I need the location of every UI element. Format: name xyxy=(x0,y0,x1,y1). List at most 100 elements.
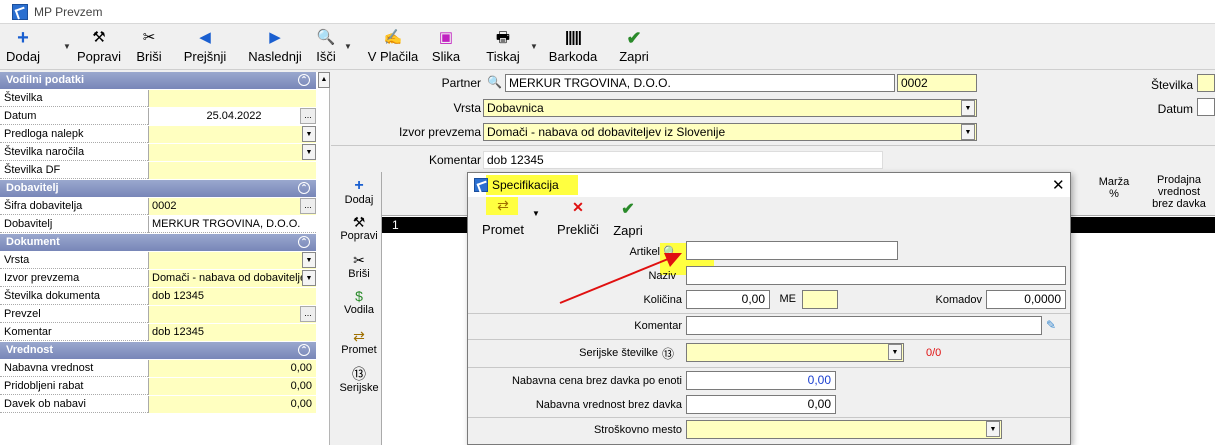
column-marza[interactable]: Marža% xyxy=(1088,176,1140,200)
next-button[interactable]: ▶ Naslednji xyxy=(238,24,312,70)
izvor-field[interactable]: Domači - nabava od dobavitelje xyxy=(148,270,316,287)
scrollbar-up-arrow[interactable]: ▲ xyxy=(318,72,330,88)
edit-note-icon[interactable]: ✎ xyxy=(1046,318,1056,332)
st-df-field[interactable] xyxy=(148,162,316,179)
stevilka-field[interactable] xyxy=(1197,74,1215,92)
search-icon[interactable]: 🔍 xyxy=(487,75,502,89)
datum-field[interactable]: 25.04.2022 xyxy=(148,108,316,125)
barcode-button[interactable]: ||||| Barkoda xyxy=(542,24,604,70)
st-dokumenta-field[interactable]: dob 12345 xyxy=(148,288,316,305)
komentar-field[interactable]: dob 12345 xyxy=(148,324,316,341)
prevzel-field[interactable] xyxy=(148,306,316,323)
chevron-down-icon[interactable]: ▼ xyxy=(63,42,71,51)
add-button[interactable]: + Dodaj xyxy=(6,24,40,70)
divider xyxy=(468,313,1070,314)
collapse-icon[interactable]: ⌃ xyxy=(298,182,310,194)
chevron-down-icon[interactable]: ▼ xyxy=(302,252,316,268)
vrsta-field[interactable] xyxy=(148,252,316,269)
section-vrednost[interactable]: Vrednost ⌃ xyxy=(0,342,316,359)
chevron-down-icon[interactable]: ▼ xyxy=(986,421,1000,437)
kolicina-field[interactable]: 0,00 xyxy=(686,290,770,309)
row-datum: Datum 25.04.2022... xyxy=(0,108,316,125)
predloga-field[interactable] xyxy=(148,126,316,143)
print-button[interactable]: 🖶 Tiskaj xyxy=(478,24,528,70)
chevron-down-icon[interactable]: ▼ xyxy=(344,42,352,51)
komadov-field[interactable]: 0,0000 xyxy=(986,290,1066,309)
promet-button[interactable]: ⇄ Promet xyxy=(337,328,381,356)
me-field[interactable] xyxy=(802,290,838,309)
lookup-button[interactable]: ... xyxy=(300,306,316,322)
section-dobavitelj[interactable]: Dobavitelj ⌃ xyxy=(0,180,316,197)
serial-numbers-icon: ⑬ xyxy=(352,366,366,382)
row-izvor: Izvor prevzema Domači - nabava od dobavit… xyxy=(0,270,316,287)
row-sifra-dobavitelja: Šifra dobavitelja 0002... xyxy=(0,198,316,215)
st-narocila-field[interactable] xyxy=(148,144,316,161)
lookup-button[interactable]: ... xyxy=(300,198,316,214)
section-vodilni-podatki[interactable]: Vodilni podatki ⌃ xyxy=(0,72,316,89)
komentar-field[interactable]: dob 12345 xyxy=(483,151,883,169)
naziv-field[interactable] xyxy=(686,266,1066,285)
partner-field[interactable]: MERKUR TRGOVINA, D.O.O. xyxy=(505,74,895,92)
serijske-select[interactable] xyxy=(686,343,904,362)
promet-button[interactable]: ⇄ Promet xyxy=(478,197,528,237)
app-icon xyxy=(12,4,28,20)
date-picker-button[interactable]: ... xyxy=(300,108,316,124)
collapse-icon[interactable]: ⌃ xyxy=(298,236,310,248)
payment-icon: ✍ xyxy=(383,29,403,46)
chevron-down-icon[interactable]: ▼ xyxy=(530,42,538,51)
izvor-select[interactable]: Domači - nabava od dobaviteljev iz Slove… xyxy=(483,123,977,141)
serial-numbers-icon[interactable]: ⑬ xyxy=(662,345,674,362)
close-button[interactable]: ✔ Zapri xyxy=(608,199,648,238)
collapse-icon[interactable]: ⌃ xyxy=(298,344,310,356)
nabavna-cena-field[interactable]: 0,00 xyxy=(686,371,836,390)
scissors-icon: ✂ xyxy=(142,29,156,46)
chevron-down-icon[interactable]: ▼ xyxy=(302,144,316,160)
stevilka-field[interactable] xyxy=(148,90,316,107)
row-davek: Davek ob nabavi 0,00 xyxy=(0,396,316,413)
collapse-icon[interactable]: ⌃ xyxy=(298,74,310,86)
printer-icon: 🖶 xyxy=(495,29,511,46)
row-rabat: Pridobljeni rabat 0,00 xyxy=(0,378,316,395)
scissors-icon: ✂ xyxy=(353,252,365,268)
edit-button[interactable]: ⚒ Popravi xyxy=(74,24,124,70)
previous-button[interactable]: ◀ Prejšnji xyxy=(172,24,238,70)
delete-item-button[interactable]: ✂ Briši xyxy=(337,252,381,280)
chevron-down-icon[interactable]: ▼ xyxy=(302,270,316,286)
edit-item-button[interactable]: ⚒ Popravi xyxy=(337,214,381,242)
chevron-down-icon[interactable]: ▼ xyxy=(961,124,975,140)
image-button[interactable]: ▣ Slika xyxy=(426,24,466,70)
vrsta-select[interactable]: Dobavnica xyxy=(483,99,977,117)
serijske-button[interactable]: ⑬ Serijske xyxy=(337,366,381,394)
divider xyxy=(468,367,1070,368)
check-icon: ✔ xyxy=(626,28,642,48)
left-panel: Vodilni podatki ⌃ Številka Datum 25.04.202… xyxy=(0,72,330,445)
dialog-title: Specifikacija xyxy=(492,178,559,192)
row-st-dokumenta: Številka dokumenta dob 12345 xyxy=(0,288,316,305)
close-button[interactable]: ✔ Zapri xyxy=(612,24,656,70)
chevron-down-icon[interactable]: ▼ xyxy=(888,344,902,360)
komentar-field[interactable] xyxy=(686,316,1042,335)
add-item-button[interactable]: + Dodaj xyxy=(337,177,381,207)
datum-field[interactable] xyxy=(1197,98,1215,116)
partner-code-field[interactable]: 0002 xyxy=(897,74,977,92)
v-placila-button[interactable]: ✍ V Plačila xyxy=(362,24,424,70)
cancel-button[interactable]: ✕ Prekliči xyxy=(552,199,604,237)
chevron-down-icon[interactable]: ▼ xyxy=(302,126,316,142)
vodila-button[interactable]: $ Vodila xyxy=(337,288,381,316)
nabavna-vrednost-field[interactable]: 0,00 xyxy=(686,395,836,414)
column-prodajna-vrednost[interactable]: Prodajna vrednost brez davka xyxy=(1144,174,1214,210)
divider xyxy=(468,339,1070,340)
chevron-down-icon[interactable]: ▼ xyxy=(532,209,540,218)
sifra-dobavitelja-field[interactable]: 0002 xyxy=(148,198,316,215)
plus-icon: + xyxy=(354,177,364,194)
delete-button[interactable]: ✂ Briši xyxy=(132,24,166,70)
section-dokument[interactable]: Dokument ⌃ xyxy=(0,234,316,251)
chevron-down-icon[interactable]: ▼ xyxy=(961,100,975,116)
artikel-field[interactable] xyxy=(686,241,898,260)
close-icon[interactable]: ✕ xyxy=(1052,176,1065,194)
nabavna-vrednost-value: 0,00 xyxy=(148,360,316,377)
arrow-left-icon: ◀ xyxy=(199,29,211,46)
stroskovno-mesto-select[interactable] xyxy=(686,420,1002,439)
row-komentar: Komentar dob 12345 xyxy=(0,324,316,341)
search-button[interactable]: 🔍 Išči xyxy=(312,24,340,70)
